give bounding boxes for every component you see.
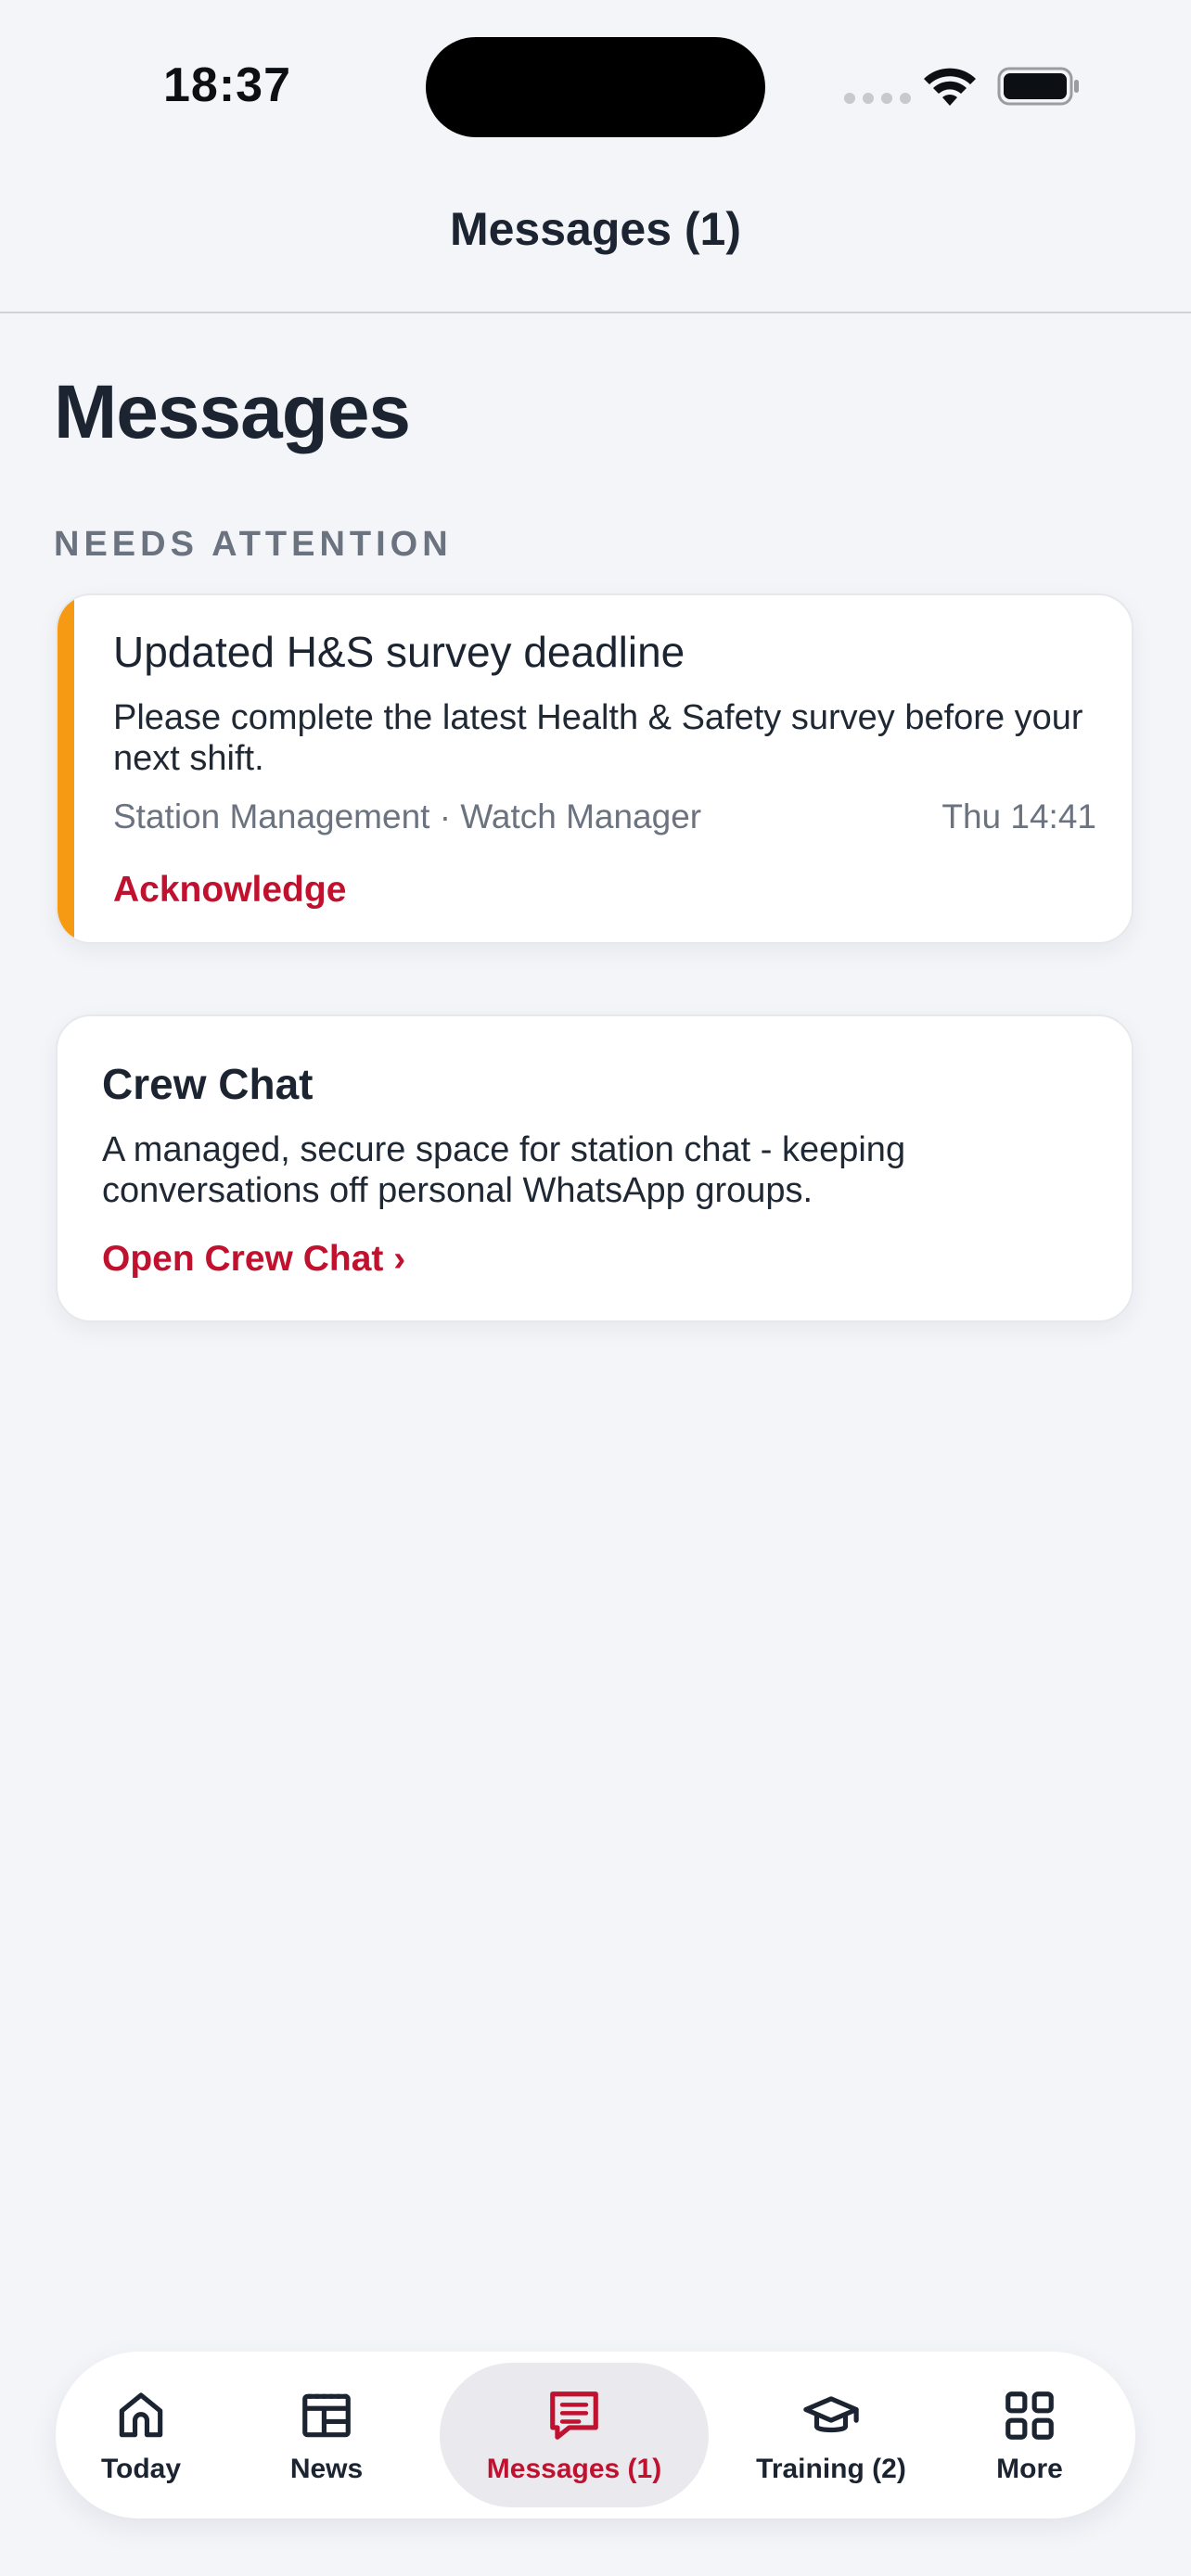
tab-bar: Today News Messages (1) Training (2) Mor… [56, 2352, 1135, 2519]
wifi-icon [924, 68, 976, 106]
newspaper-icon [302, 2393, 351, 2438]
grid-icon [1005, 2391, 1054, 2440]
message-card[interactable]: Updated H&S survey deadline Please compl… [56, 593, 1133, 944]
tab-messages[interactable]: Messages (1) [440, 2363, 709, 2507]
open-crew-chat-link[interactable]: Open Crew Chat › [102, 1239, 405, 1280]
navigation-header: Messages (1) [0, 167, 1191, 313]
tab-label: News [289, 2454, 364, 2484]
tab-training[interactable]: Training (2) [729, 2363, 933, 2507]
tab-more[interactable]: More [955, 2363, 1104, 2507]
cellular-signal-icon [844, 93, 911, 104]
section-label-needs-attention: NEEDS ATTENTION [54, 525, 453, 564]
status-bar: 18:37 [0, 0, 1191, 167]
tab-today[interactable]: Today [67, 2363, 215, 2507]
acknowledge-button[interactable]: Acknowledge [113, 870, 346, 911]
message-sender: Station Management · Watch Manager [113, 797, 702, 835]
crew-chat-card[interactable]: Crew Chat A managed, secure space for st… [56, 1014, 1133, 1322]
crew-chat-title: Crew Chat [102, 1060, 314, 1108]
message-title: Updated H&S survey deadline [113, 628, 685, 676]
message-timestamp: Thu 14:41 [941, 797, 1096, 835]
crew-chat-description: A managed, secure space for station chat… [102, 1130, 906, 1210]
tab-news[interactable]: News [252, 2363, 401, 2507]
message-body: Please complete the latest Health & Safe… [113, 698, 1083, 778]
message-icon [550, 2391, 598, 2440]
tab-label: Messages (1) [486, 2454, 662, 2484]
tab-label: Today [100, 2454, 182, 2484]
screen: 18:37 Messages (1) Messages NEEDS ATTENT… [0, 0, 1191, 2576]
status-time: 18:37 [163, 58, 291, 112]
dynamic-island [426, 37, 765, 137]
header-title: Messages (1) [449, 203, 742, 255]
home-icon [119, 2392, 163, 2438]
message-accent-bar [58, 595, 74, 942]
page-title: Messages [54, 370, 411, 454]
tab-label: More [996, 2454, 1063, 2484]
battery-icon [997, 67, 1079, 106]
graduation-cap-icon [803, 2396, 859, 2433]
tab-label: Training (2) [756, 2454, 906, 2484]
